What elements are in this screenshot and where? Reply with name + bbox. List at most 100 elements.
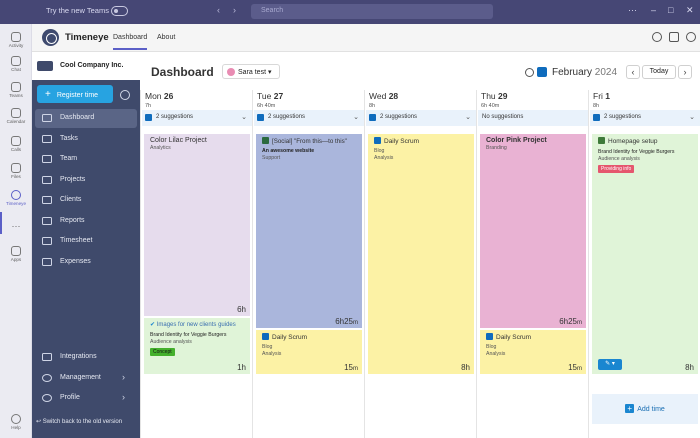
refresh-icon[interactable] [652, 32, 662, 42]
integrations-icon [42, 353, 52, 361]
minimize-icon[interactable]: – [651, 5, 656, 15]
timesheet-icon [42, 237, 52, 245]
outlook-icon [486, 333, 493, 340]
next-week-button[interactable]: › [678, 65, 692, 79]
teams-app-rail: Activity Chat Teams Calendar Calls Files… [0, 24, 32, 438]
time-entry-card[interactable]: Color Pink Project Branding 6h25m [480, 134, 586, 328]
sidebar-item-profile[interactable]: Profile › [35, 389, 137, 408]
page-title: Dashboard [151, 65, 214, 79]
popout-icon[interactable] [669, 32, 679, 42]
rail-item-apps[interactable]: Apps [0, 246, 32, 262]
rail-item-activity[interactable]: Activity [0, 32, 32, 48]
sidebar-item-label: Profile [60, 394, 80, 401]
sidebar-item-management[interactable]: Management › [35, 369, 137, 388]
rail-item-calendar[interactable]: Calendar [0, 108, 32, 124]
rail-item-more[interactable]: ··· [0, 221, 32, 231]
day-column-thu: Thu 29 6h 40m No suggestions Color Pink … [476, 90, 589, 438]
forward-arrow-icon[interactable]: › [233, 5, 236, 15]
sidebar-item-clients[interactable]: Clients [35, 191, 137, 210]
chevron-down-icon: ⌄ [353, 114, 359, 121]
timer-clock-icon[interactable] [120, 90, 130, 100]
rail-item-help[interactable]: Help [0, 414, 32, 430]
day-number: 26 [163, 91, 174, 101]
sidebar-item-expenses[interactable]: Expenses [35, 253, 137, 272]
suggestions-dropdown[interactable]: 2 suggestions ⌄ [366, 110, 476, 126]
rail-item-files[interactable]: Files [0, 163, 32, 179]
time-entry-card[interactable]: Daily Scrum Blog Analysis 15m [256, 330, 362, 374]
time-entry-card[interactable]: Daily Scrum Blog Analysis 15m [480, 330, 586, 374]
sidebar-item-team[interactable]: Team [35, 150, 137, 169]
suggestions-label: 2 suggestions [380, 114, 418, 120]
time-entry-card[interactable]: Homepage setup Brand Identity for Veggie… [592, 134, 698, 374]
teams-title-bar: Try the new Teams ‹ › Search ··· – □ ✕ [0, 0, 700, 24]
switch-old-version-link[interactable]: ↩ Switch back to the old version [36, 418, 122, 425]
entry-duration: 8h [685, 363, 694, 372]
day-number: 28 [388, 91, 399, 101]
suggestions-dropdown[interactable]: 2 suggestions ⌄ [254, 110, 364, 126]
new-teams-toggle[interactable] [111, 6, 128, 16]
timeneye-logo [42, 29, 59, 46]
user-icon [42, 394, 52, 402]
sidebar-item-integrations[interactable]: Integrations [35, 348, 137, 367]
close-icon[interactable]: ✕ [686, 5, 694, 16]
rail-item-timeneye[interactable]: Timeneye [0, 190, 32, 206]
tab-about[interactable]: About [157, 34, 175, 41]
day-column-wed: Wed 28 8h 2 suggestions ⌄ Daily Scrum Blo… [364, 90, 477, 438]
outlook-icon[interactable] [537, 67, 547, 77]
time-entry-card[interactable]: [Social] "From this—to this" An awesome … [256, 134, 362, 328]
rail-label: Chat [11, 67, 21, 72]
suggestions-label: No suggestions [482, 114, 524, 120]
time-entry-card[interactable]: Color Lilac Project Analytics 6h [144, 134, 250, 316]
suggestions-dropdown[interactable]: No suggestions [478, 110, 588, 126]
duration-value: 6h25 [559, 317, 577, 326]
entry-task: Analysis [262, 351, 282, 357]
help-icon[interactable] [525, 68, 534, 77]
prev-week-button[interactable]: ‹ [626, 65, 640, 79]
apps-icon [11, 246, 21, 256]
entry-title: Color Pink Project [486, 137, 547, 144]
more-options-icon[interactable]: ··· [628, 5, 637, 15]
time-entry-card[interactable]: Daily Scrum Blog Analysis 8h [368, 134, 474, 374]
user-selector[interactable]: Sara test ▾ [222, 64, 280, 79]
today-button[interactable]: Today [642, 65, 676, 79]
suggestions-label: 2 suggestions [604, 114, 642, 120]
rail-label: Calendar [6, 119, 26, 124]
teams-search-input[interactable]: Search [251, 4, 493, 19]
entry-title: Daily Scrum [496, 334, 532, 341]
outlook-icon [257, 114, 264, 121]
register-time-button[interactable]: + Register time [37, 85, 113, 103]
add-time-button[interactable]: + Add time [592, 394, 698, 424]
sidebar-item-dashboard[interactable]: Dashboard [35, 109, 137, 128]
globe-icon[interactable] [686, 32, 696, 42]
entry-duration: 6h25m [559, 317, 582, 326]
avatar [227, 68, 235, 76]
day-header: Wed 28 [369, 91, 398, 101]
sidebar-item-timesheet[interactable]: Timesheet [35, 232, 137, 251]
suggestions-dropdown[interactable]: 2 suggestions ⌄ [142, 110, 252, 126]
outlook-icon [593, 114, 600, 121]
chart-icon [42, 217, 52, 225]
sidebar-item-reports[interactable]: Reports [35, 212, 137, 231]
edit-entry-button[interactable]: ✎ ▾ [598, 359, 622, 370]
maximize-icon[interactable]: □ [668, 5, 673, 15]
tab-dashboard[interactable]: Dashboard [113, 34, 148, 50]
chevron-right-icon: › [122, 392, 125, 402]
app-name: Timeneye [65, 32, 109, 43]
time-entry-card[interactable]: ✔ Images for new clients guides Brand Id… [144, 318, 250, 374]
rail-item-chat[interactable]: Chat [0, 56, 32, 72]
back-arrow-icon[interactable]: ‹ [217, 5, 220, 15]
rail-item-calls[interactable]: Calls [0, 136, 32, 152]
day-header: Thu 29 [481, 91, 508, 101]
entry-title: Daily Scrum [272, 334, 308, 341]
outlook-icon [374, 137, 381, 144]
duration-unit: m [353, 320, 358, 326]
sidebar-item-projects[interactable]: Projects [35, 171, 137, 190]
suggestions-label: 2 suggestions [156, 114, 194, 120]
rail-item-teams[interactable]: Teams [0, 82, 32, 98]
suggestions-dropdown[interactable]: 2 suggestions ⌄ [590, 110, 700, 126]
duration-value: 15 [568, 363, 577, 372]
rail-label: Files [11, 174, 21, 179]
sidebar-item-tasks[interactable]: Tasks [35, 130, 137, 149]
entry-duration: 1h [237, 363, 246, 372]
app-header: Timeneye Dashboard About [32, 24, 700, 52]
